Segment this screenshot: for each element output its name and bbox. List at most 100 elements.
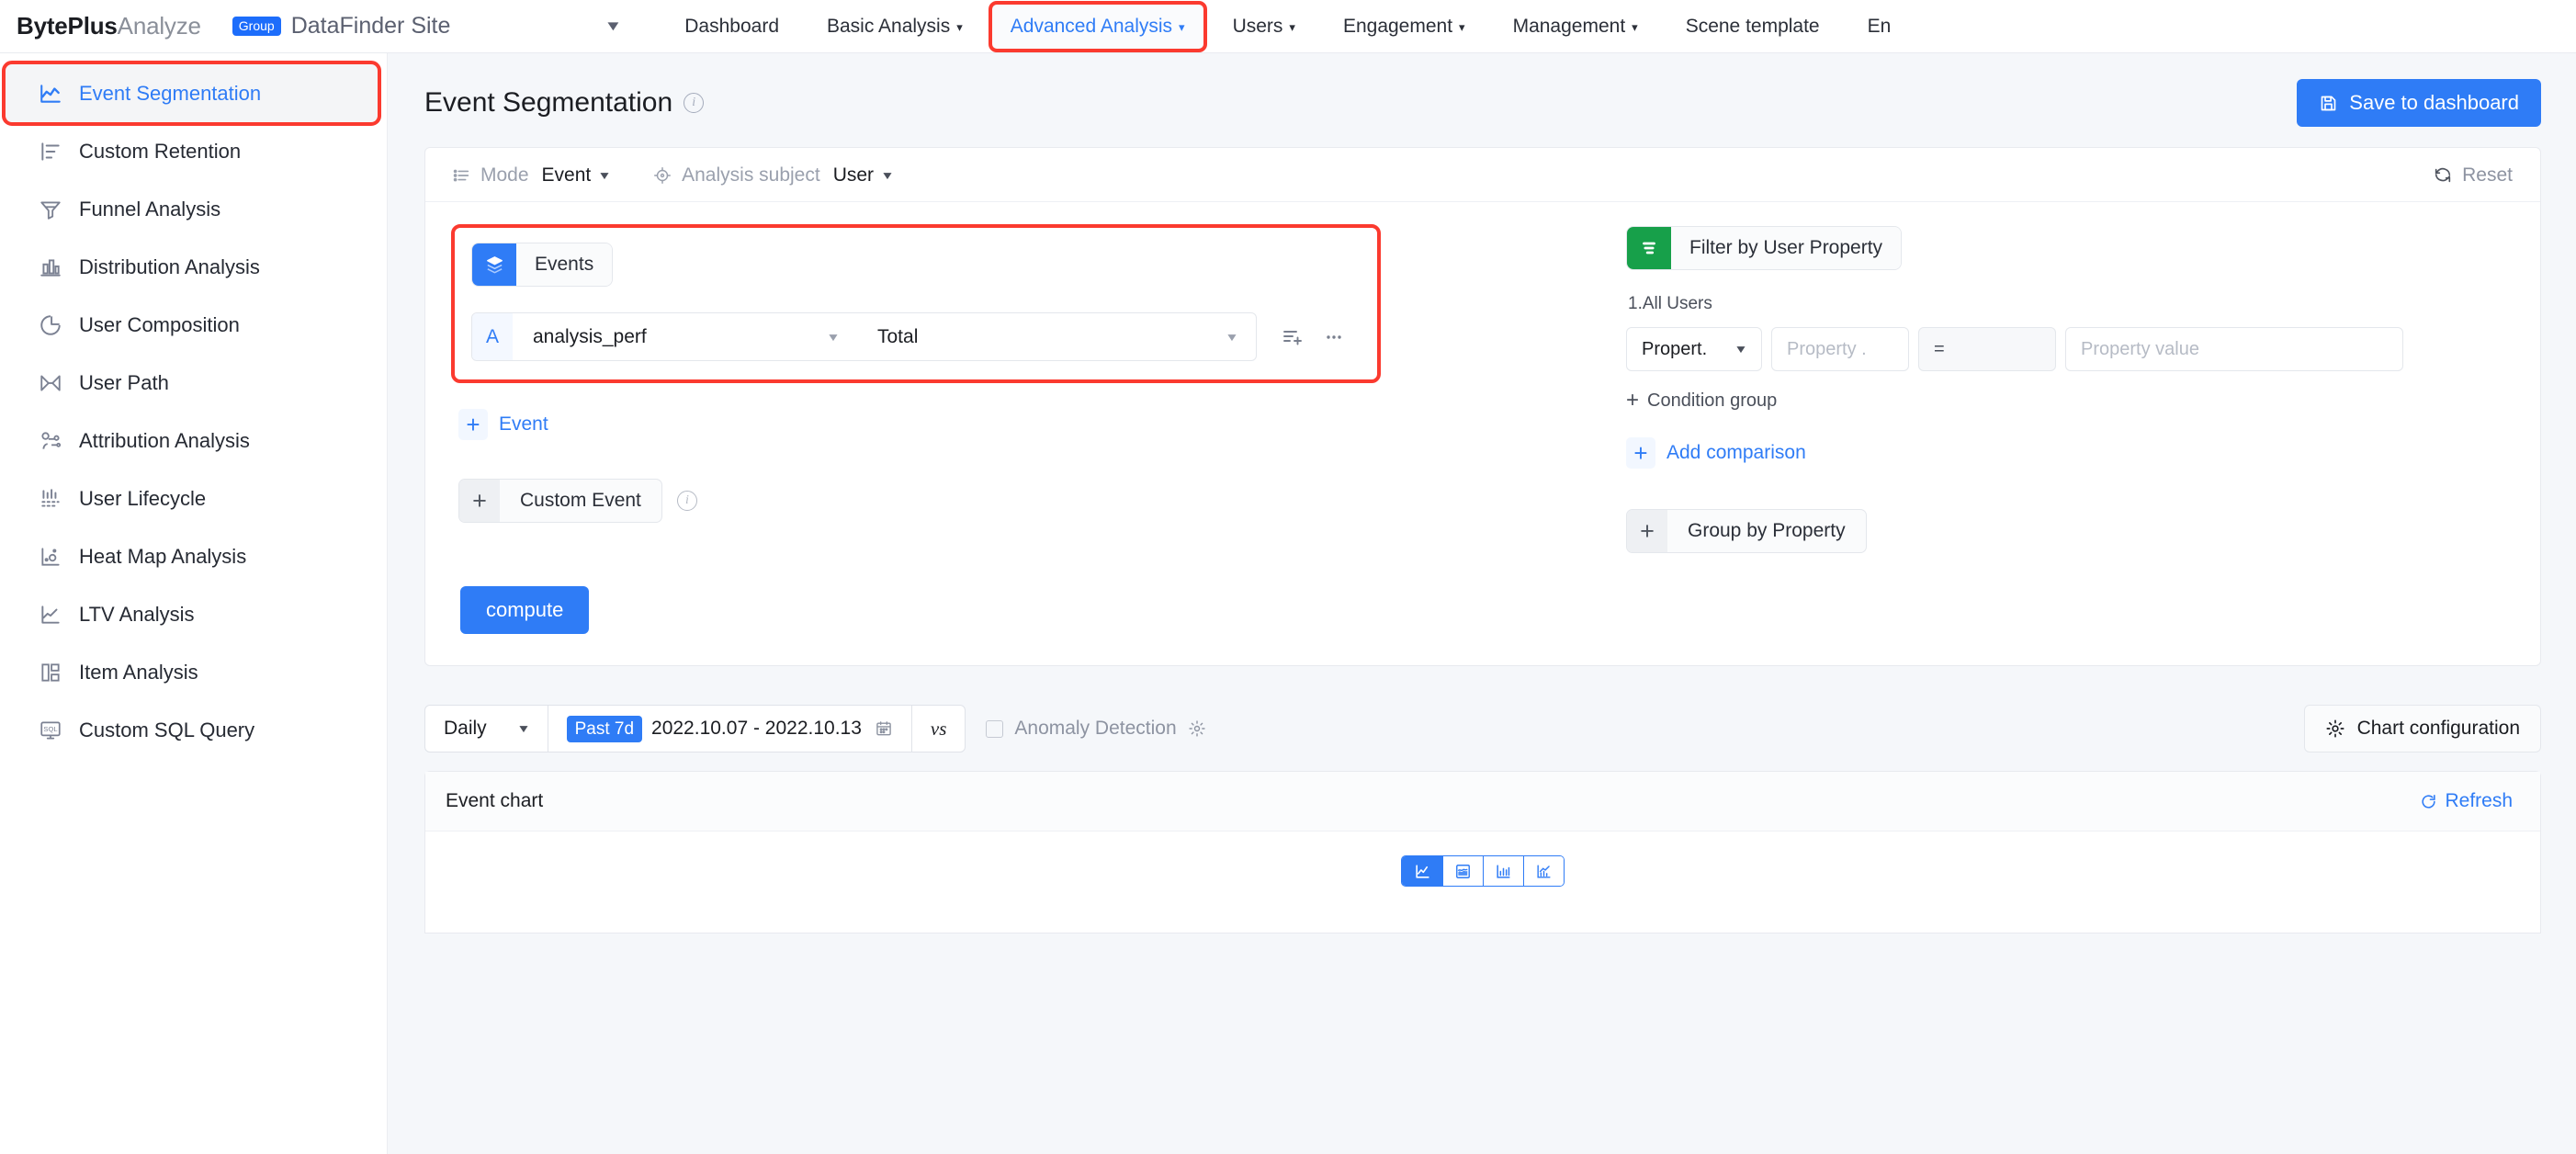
sidebar-item-custom-retention[interactable]: Custom Retention bbox=[0, 122, 387, 180]
plus-icon: + bbox=[1627, 510, 1667, 552]
nav-item-management[interactable]: Management ▾ bbox=[1489, 0, 1662, 53]
chevron-down-icon[interactable]: ▼ bbox=[604, 18, 623, 34]
filter-chip-label: Filter by User Property bbox=[1671, 227, 1902, 269]
gear-icon[interactable] bbox=[1188, 719, 1206, 738]
sidebar-item-user-composition[interactable]: User Composition bbox=[0, 296, 387, 354]
event-metric-value: Total bbox=[877, 325, 919, 347]
filter-by-user-property-chip[interactable]: Filter by User Property bbox=[1626, 226, 1903, 270]
event-chart-header: Event chart Refresh bbox=[425, 772, 2540, 832]
chart-type-area-button[interactable] bbox=[1442, 856, 1483, 886]
more-ellipsis-icon[interactable] bbox=[1323, 326, 1345, 348]
chevron-down-icon: ▼ bbox=[597, 169, 612, 182]
date-controls: Daily ▼ Past 7d 2022.10.07 - 2022.10.13 bbox=[424, 705, 966, 752]
event-name-select[interactable]: analysis_perf ▼ bbox=[513, 313, 857, 360]
info-icon[interactable]: i bbox=[684, 93, 705, 113]
filter-operator-select[interactable]: = bbox=[1918, 327, 2056, 371]
plus-icon: + bbox=[1626, 388, 1640, 413]
pie-chart-icon bbox=[39, 313, 62, 337]
bar-chart-icon bbox=[1495, 863, 1512, 880]
gear-icon bbox=[2325, 718, 2345, 739]
sidebar-item-heat-map-analysis[interactable]: Heat Map Analysis bbox=[0, 527, 387, 585]
compute-row: compute bbox=[425, 553, 2540, 665]
chart-type-bar-button[interactable] bbox=[1483, 856, 1523, 886]
filter-property-input[interactable]: Property . bbox=[1771, 327, 1909, 371]
sql-monitor-icon: SQL bbox=[39, 718, 62, 742]
anomaly-detection-toggle[interactable]: Anomaly Detection bbox=[986, 718, 1205, 740]
plus-icon: + bbox=[458, 409, 488, 440]
site-selector-label[interactable]: DataFinder Site bbox=[291, 13, 451, 40]
refresh-button[interactable]: Refresh bbox=[2420, 790, 2513, 812]
save-to-dashboard-button[interactable]: Save to dashboard bbox=[2297, 79, 2541, 127]
chart-toolbar-left: Daily ▼ Past 7d 2022.10.07 - 2022.10.13 bbox=[424, 705, 1206, 752]
sidebar-item-label: User Lifecycle bbox=[79, 486, 207, 510]
events-panel: Events A analysis_perf ▼ Total ▼ + Event… bbox=[451, 224, 1549, 553]
mode-select[interactable]: Event ▼ bbox=[542, 164, 612, 187]
sidebar-item-item-analysis[interactable]: Item Analysis bbox=[0, 643, 387, 701]
area-chart-icon bbox=[1454, 863, 1472, 880]
page-title-wrap: Event Segmentation i bbox=[424, 87, 705, 119]
nav-item-basic-analysis[interactable]: Basic Analysis ▾ bbox=[803, 0, 987, 53]
nav-item-scene-template[interactable]: Scene template bbox=[1662, 0, 1844, 53]
sidebar-item-user-path[interactable]: User Path bbox=[0, 354, 387, 412]
custom-event-button[interactable]: + Custom Event bbox=[458, 479, 662, 523]
line-chart-icon bbox=[1414, 863, 1431, 880]
analysis-subject-select[interactable]: User ▼ bbox=[833, 164, 895, 187]
nav-item-users[interactable]: Users ▾ bbox=[1209, 0, 1319, 53]
save-disk-icon bbox=[2319, 94, 2338, 113]
chevron-down-icon: ▾ bbox=[1179, 19, 1185, 34]
date-range-pill: Past 7d bbox=[566, 715, 643, 742]
chevron-down-icon: ▾ bbox=[956, 19, 963, 34]
sidebar-item-user-lifecycle[interactable]: User Lifecycle bbox=[0, 470, 387, 527]
chart-toolbar: Daily ▼ Past 7d 2022.10.07 - 2022.10.13 bbox=[388, 686, 2576, 771]
event-metric-select[interactable]: Total ▼ bbox=[857, 313, 1256, 360]
sidebar-item-custom-sql-query[interactable]: SQL Custom SQL Query bbox=[0, 701, 387, 759]
chevron-down-icon: ▼ bbox=[1225, 330, 1239, 344]
chart-configuration-button[interactable]: Chart configuration bbox=[2303, 705, 2541, 752]
sidebar-item-funnel-analysis[interactable]: Funnel Analysis bbox=[0, 180, 387, 238]
sidebar-item-label: LTV Analysis bbox=[79, 602, 195, 626]
chevron-down-icon: ▾ bbox=[1459, 19, 1465, 34]
filters-panel: Filter by User Property 1.All Users Prop… bbox=[1549, 226, 2513, 553]
compute-button[interactable]: compute bbox=[460, 586, 590, 634]
date-range-picker[interactable]: Past 7d 2022.10.07 - 2022.10.13 bbox=[547, 706, 911, 752]
granularity-select[interactable]: Daily ▼ bbox=[425, 706, 548, 752]
chart-type-combo-button[interactable] bbox=[1523, 856, 1564, 886]
events-highlight-region: Events A analysis_perf ▼ Total ▼ bbox=[451, 224, 1381, 383]
nav-item-dashboard[interactable]: Dashboard bbox=[661, 0, 803, 53]
filter-value-placeholder: Property value bbox=[2081, 338, 2199, 359]
add-event-button[interactable]: + Event bbox=[458, 409, 1549, 440]
anomaly-checkbox[interactable] bbox=[986, 719, 1004, 738]
compare-vs-button[interactable]: vs bbox=[910, 706, 965, 752]
item-blocks-icon bbox=[39, 661, 62, 684]
sidebar-item-event-segmentation[interactable]: Event Segmentation bbox=[2, 61, 381, 126]
group-by-row: + Group by Property bbox=[1626, 509, 2513, 553]
group-by-property-button[interactable]: + Group by Property bbox=[1626, 509, 1867, 553]
path-icon bbox=[39, 371, 62, 395]
chart-type-line-button[interactable] bbox=[1402, 856, 1442, 886]
filter-property-type-select[interactable]: Propert. ▼ bbox=[1626, 327, 1762, 371]
sidebar-item-distribution-analysis[interactable]: Distribution Analysis bbox=[0, 238, 387, 296]
lifecycle-icon bbox=[39, 487, 62, 511]
sidebar-item-ltv-analysis[interactable]: LTV Analysis bbox=[0, 585, 387, 643]
target-icon bbox=[652, 165, 672, 186]
filter-value-input[interactable]: Property value bbox=[2065, 327, 2403, 371]
events-chip[interactable]: Events bbox=[471, 243, 614, 287]
add-event-label: Event bbox=[499, 413, 548, 435]
add-condition-group-button[interactable]: + Condition group bbox=[1626, 390, 2513, 412]
builder-toolbar-left: Mode Event ▼ Analysis subject User ▼ bbox=[451, 164, 895, 187]
vs-label: vs bbox=[930, 717, 947, 740]
custom-event-row: + Custom Event i bbox=[458, 479, 1549, 523]
event-chart-card: Event chart Refresh bbox=[424, 771, 2541, 933]
sidebar-item-attribution-analysis[interactable]: Attribution Analysis bbox=[0, 412, 387, 470]
save-button-label: Save to dashboard bbox=[2349, 91, 2519, 114]
add-comparison-button[interactable]: + Add comparison bbox=[1626, 437, 2513, 469]
filter-add-icon[interactable] bbox=[1281, 326, 1303, 348]
page-title: Event Segmentation bbox=[424, 87, 673, 118]
nav-item-engagement[interactable]: Engagement ▾ bbox=[1319, 0, 1489, 53]
nav-item-advanced-analysis[interactable]: Advanced Analysis ▾ bbox=[988, 0, 1207, 52]
top-navigation-bar: BytePlusAnalyze Group DataFinder Site ▼ … bbox=[0, 0, 2576, 53]
nav-item-truncated[interactable]: En bbox=[1844, 0, 1892, 53]
refresh-icon bbox=[2420, 793, 2437, 810]
reset-button[interactable]: Reset bbox=[2433, 164, 2513, 187]
info-icon[interactable]: i bbox=[676, 491, 697, 511]
